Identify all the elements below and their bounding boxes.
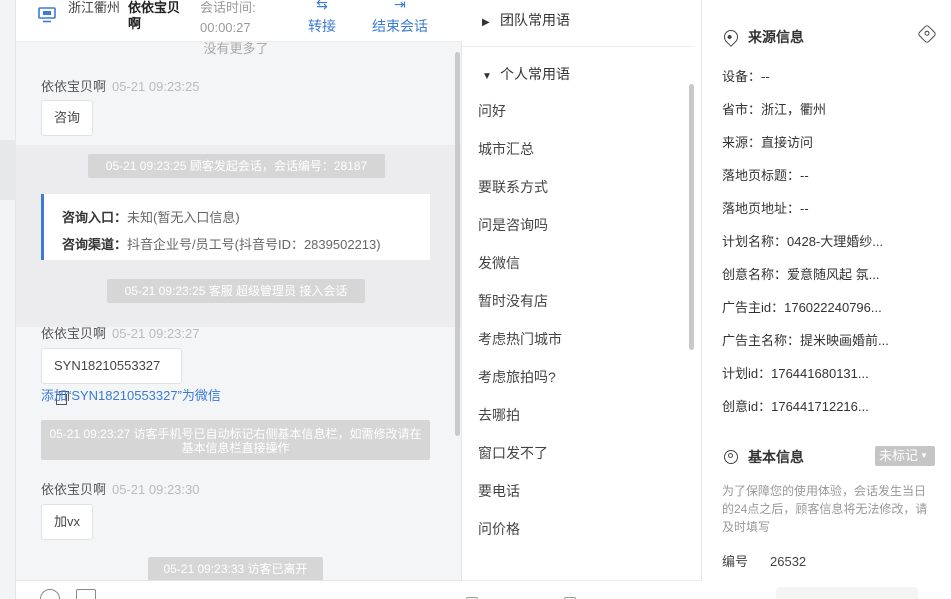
source-field: 落地页标题：--: [722, 168, 809, 183]
source-field: 计划名称：0428-大理婚纱...: [722, 234, 884, 249]
system-message: 05-21 09:23:27 访客手机号已自动标记右侧基本信息栏，如需修改请在基…: [41, 420, 430, 460]
phrase-item[interactable]: 窗口发不了: [478, 443, 548, 463]
inquiry-info-card: 咨询入口：未知(暂无入口信息) 咨询渠道：抖音企业号/员工号(抖音号ID：283…: [41, 194, 430, 260]
visitor-name: 依依宝贝啊: [128, 0, 181, 31]
location-pin-icon: [721, 27, 741, 47]
end-session-button[interactable]: ⇥ 结束会话: [372, 0, 428, 36]
id-row: 编号 26532: [722, 554, 807, 569]
message-bubble: 加vx: [41, 504, 94, 540]
phrase-item[interactable]: 问是咨询吗: [478, 215, 548, 235]
source-field: 广告主名称：提米映画婚前...: [722, 333, 889, 348]
basic-info-title: 基本信息: [724, 447, 804, 467]
chat-panel: 浙江衢州 依依宝贝啊 会话时间: 00:00:27 ⇆ 转接 ⇥ 结束会话 没有…: [16, 0, 462, 599]
chat-header: 浙江衢州 依依宝贝啊 会话时间: 00:00:27 ⇆ 转接 ⇥ 结束会话: [16, 0, 462, 42]
message-bubble: SYN18210553327: [41, 348, 182, 405]
session-time-label: 会话时间:: [200, 0, 256, 15]
source-field: 省市：浙江，衢州: [722, 102, 827, 117]
user-circle-icon: [724, 450, 738, 464]
phrase-item[interactable]: 要联系方式: [478, 177, 548, 197]
phrase-item[interactable]: 发微信: [478, 253, 520, 273]
chat-workspace: 浙江衢州 依依宝贝啊 会话时间: 00:00:27 ⇆ 转接 ⇥ 结束会话 没有…: [0, 0, 951, 599]
visitor-location: 浙江衢州: [68, 0, 121, 15]
source-info-title: 来源信息: [721, 27, 804, 47]
image-icon[interactable]: [76, 589, 96, 599]
monitor-icon: [38, 7, 56, 23]
source-field: 广告主id：176022240796...: [722, 300, 882, 315]
system-message: 05-21 09:23:25 客服 超级管理员 接入会话: [107, 279, 365, 303]
caret-right-icon: ▶: [482, 17, 490, 28]
message-list[interactable]: 没有更多了 依依宝贝啊 05-21 09:23:25 咨询 05-21 09:23…: [16, 42, 462, 580]
gutter-tab[interactable]: [0, 140, 16, 200]
transfer-icon: ⇆: [316, 0, 328, 12]
emoji-icon[interactable]: [40, 589, 60, 599]
message-sender: 依依宝贝啊 05-21 09:23:25: [41, 79, 200, 94]
source-field: 来源：直接访问: [722, 135, 814, 150]
source-field: 落地页地址：--: [722, 201, 809, 216]
exit-icon: ⇥: [394, 0, 406, 12]
message-bubble: 咨询: [41, 100, 94, 136]
message-sender: 依依宝贝啊 05-21 09:23:30: [41, 482, 200, 497]
phrase-item[interactable]: 考虑旅拍吗?: [478, 367, 556, 387]
phrase-item[interactable]: 考虑热门城市: [478, 329, 562, 349]
source-field: 计划id：176441680131...: [722, 366, 869, 381]
phrase-item[interactable]: 去哪拍: [478, 405, 520, 425]
phrases-scrollbar[interactable]: [689, 84, 694, 350]
phrases-panel: ▶ 团队常用语 ▼ 个人常用语 问好 城市汇总 要联系方式 问是咨询吗 发微信 暂时…: [462, 0, 702, 599]
caret-down-icon: ▼: [920, 451, 928, 460]
settings-icon[interactable]: [917, 24, 937, 44]
transfer-button[interactable]: ⇆ 转接: [308, 0, 336, 36]
caret-down-icon: ▼: [482, 71, 492, 82]
system-message: 05-21 09:23:33 访客已离开: [148, 557, 323, 580]
message-sender: 依依宝贝啊 05-21 09:23:27: [41, 326, 200, 341]
phrase-item[interactable]: 问好: [478, 101, 506, 121]
visitor-info-panel: 来源信息 设备：-- 省市：浙江，衢州 来源：直接访问 落地页标题：-- 落地页…: [702, 0, 951, 599]
basic-info-note: 为了保障您的使用体验，会话发生当日的24点之后，顾客信息将无法修改，请及时填写: [722, 484, 928, 534]
no-more-text: 没有更多了: [203, 42, 269, 56]
source-field: 创意id：176441712216...: [722, 399, 869, 414]
tag-select[interactable]: 未标记 ▼: [875, 446, 935, 466]
source-field: 创意名称：爱意随风起 氛...: [722, 267, 880, 282]
team-phrases-group[interactable]: ▶ 团队常用语: [482, 10, 570, 30]
system-message: 05-21 09:23:25 顾客发起会话，会话编号：28187: [88, 154, 385, 178]
add-wechat-link[interactable]: 添加“SYN18210553327”为微信: [41, 385, 221, 404]
phrase-item[interactable]: 城市汇总: [478, 139, 534, 159]
phrase-item[interactable]: 要电话: [478, 481, 520, 501]
chat-scrollbar[interactable]: [455, 52, 460, 436]
phrase-item[interactable]: 暂时没有店: [478, 291, 548, 311]
composer-toolbar: [16, 580, 462, 599]
phrases-footer: [462, 580, 702, 599]
personal-phrases-group[interactable]: ▼ 个人常用语: [482, 64, 570, 84]
phrase-item[interactable]: 问价格: [478, 519, 520, 539]
source-field: 设备：--: [722, 69, 770, 84]
name-input[interactable]: [776, 587, 918, 599]
divider: [462, 46, 694, 47]
left-gutter: [0, 0, 16, 599]
session-time: 00:00:27: [200, 20, 251, 35]
